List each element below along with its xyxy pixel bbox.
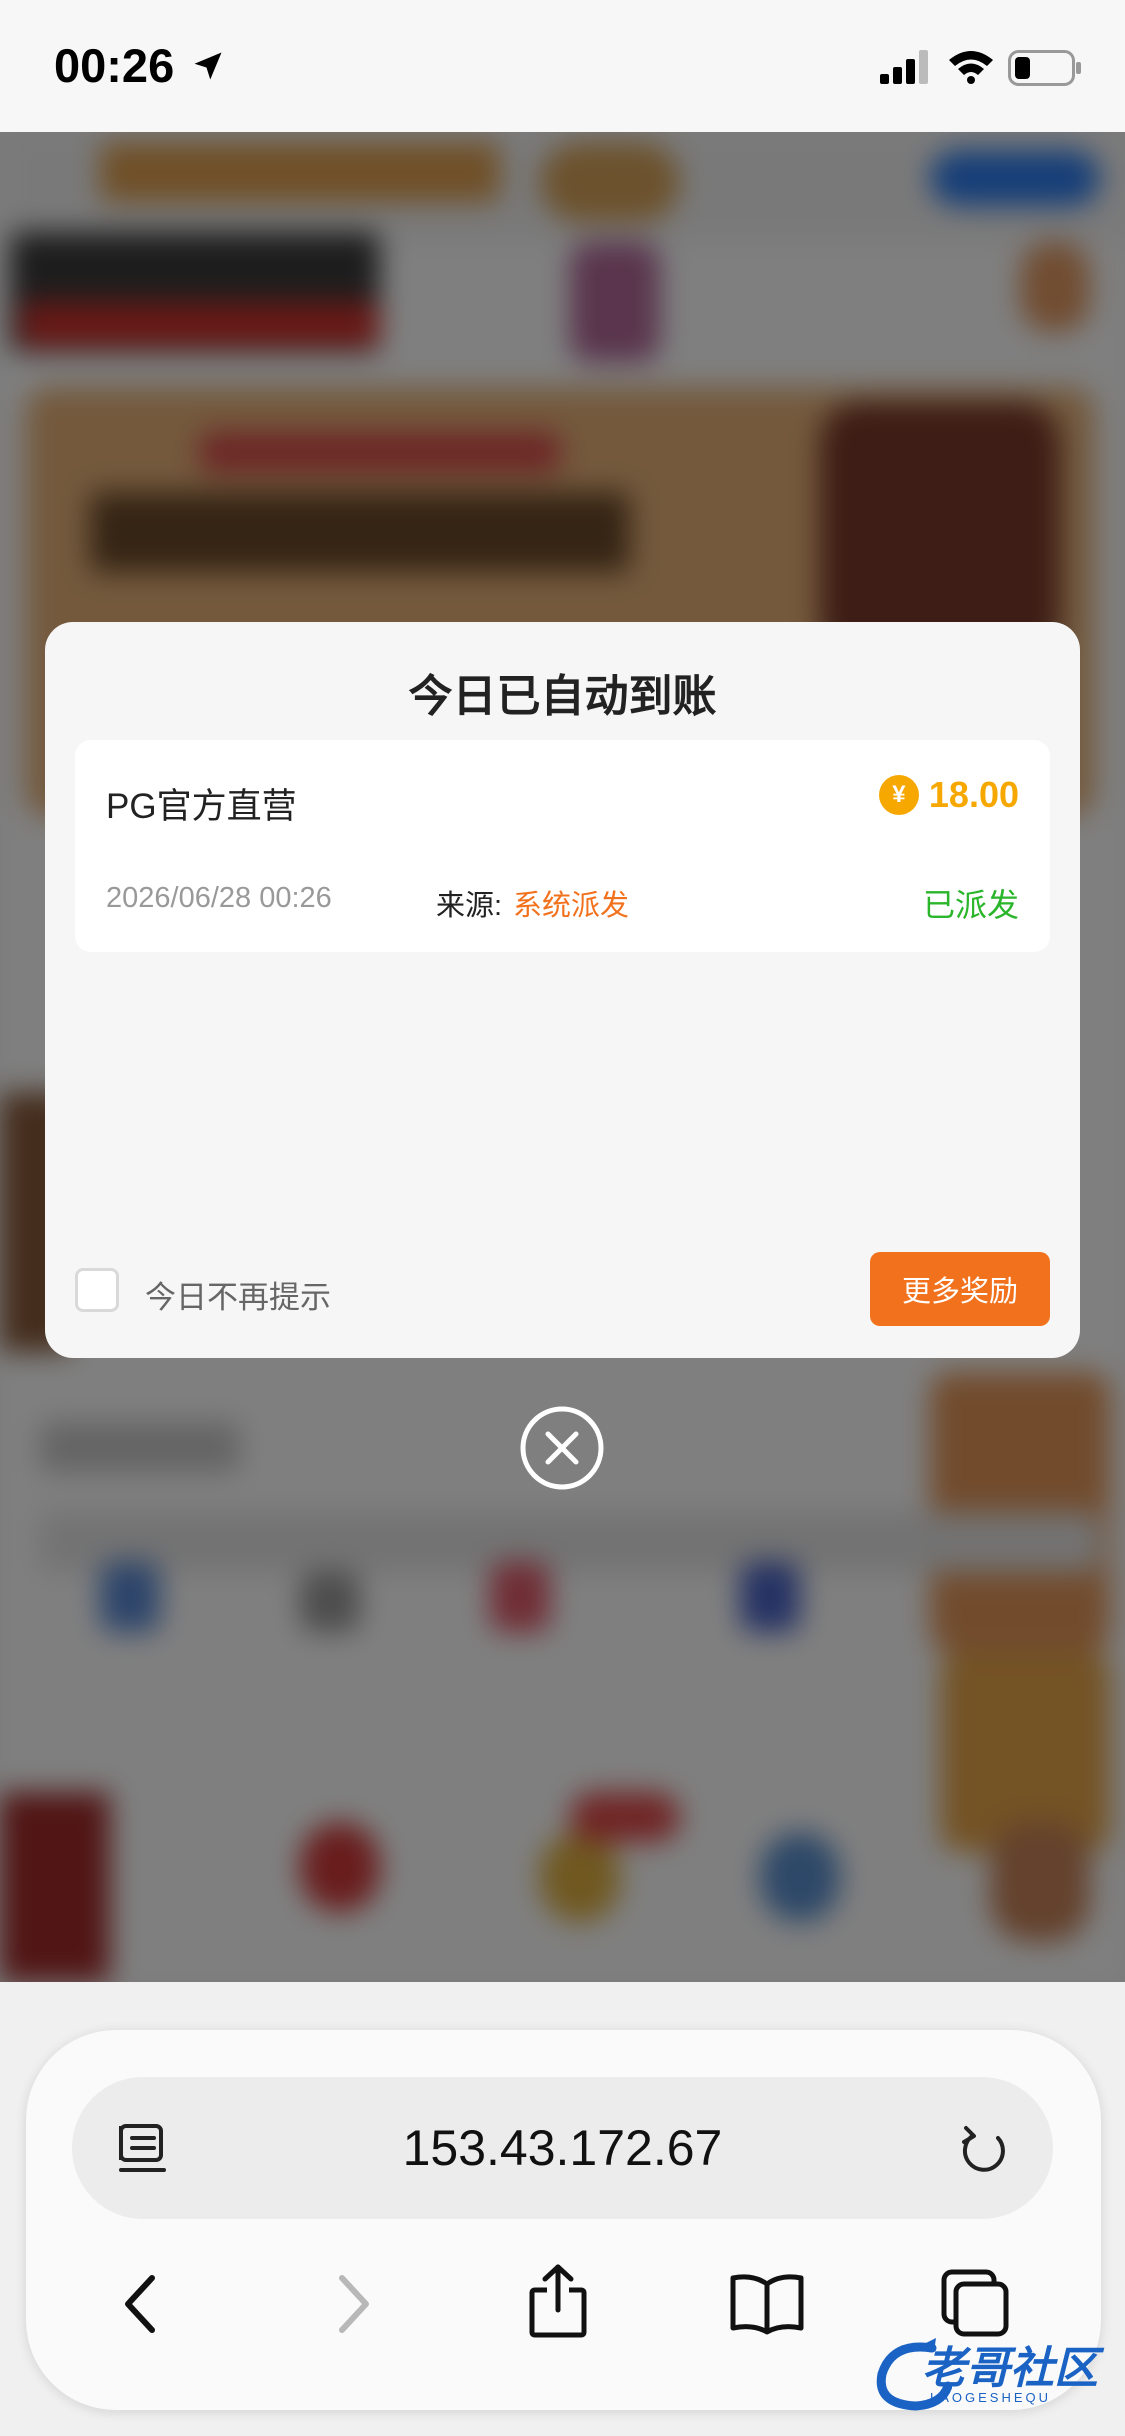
source-label: 来源: (436, 890, 503, 922)
back-arrow-icon[interactable] (118, 2272, 162, 2341)
close-modal-button[interactable] (519, 1405, 605, 1491)
dont-remind-checkbox[interactable] (75, 1268, 119, 1312)
reward-card: PG官方直营 ¥ 18.00 2026/06/28 00:26 来源: 系统派发… (75, 740, 1050, 952)
reward-name: PG官方直营 (106, 787, 297, 826)
coin-icon: ¥ (878, 775, 919, 815)
status-time: 00:26 (54, 39, 175, 92)
reward-date: 2026/06/28 00:26 (106, 882, 332, 914)
dont-remind-label[interactable]: 今日不再提示 (145, 1272, 331, 1317)
watermark-text: 老哥社区 (922, 2344, 1098, 2393)
url-text[interactable]: 153.43.172.67 (72, 2077, 1053, 2219)
reward-amount: 18.00 (928, 774, 1019, 815)
watermark-subtext: LAOGESHEQU (930, 2390, 1052, 2405)
reload-icon[interactable] (958, 2120, 1012, 2183)
cellular-signal-icon (880, 50, 932, 89)
bookmarks-icon[interactable] (729, 2272, 805, 2341)
reward-amount-group: ¥ 18.00 (878, 774, 1019, 816)
page-menu-icon[interactable] (118, 2122, 170, 2183)
address-bar[interactable]: 153.43.172.67 (72, 2077, 1053, 2219)
reward-status: 已派发 (922, 887, 1019, 923)
location-arrow-icon (190, 48, 226, 89)
wifi-icon (947, 48, 995, 89)
watermark-logo: 老哥社区 LAOGESHEQU (872, 2330, 1112, 2420)
modal-title: 今日已自动到账 (408, 672, 717, 721)
close-icon (520, 1406, 604, 1490)
reward-modal: 今日已自动到账 PG官方直营 ¥ 18.00 2026/06/28 00:26 … (45, 622, 1080, 1358)
more-rewards-button[interactable]: 更多奖励 (870, 1252, 1050, 1326)
battery-icon (1008, 50, 1084, 91)
share-icon[interactable] (527, 2262, 589, 2345)
forward-arrow-icon[interactable] (332, 2272, 376, 2341)
source-value: 系统派发 (513, 890, 630, 922)
status-bar: 00:26 (0, 0, 1125, 132)
